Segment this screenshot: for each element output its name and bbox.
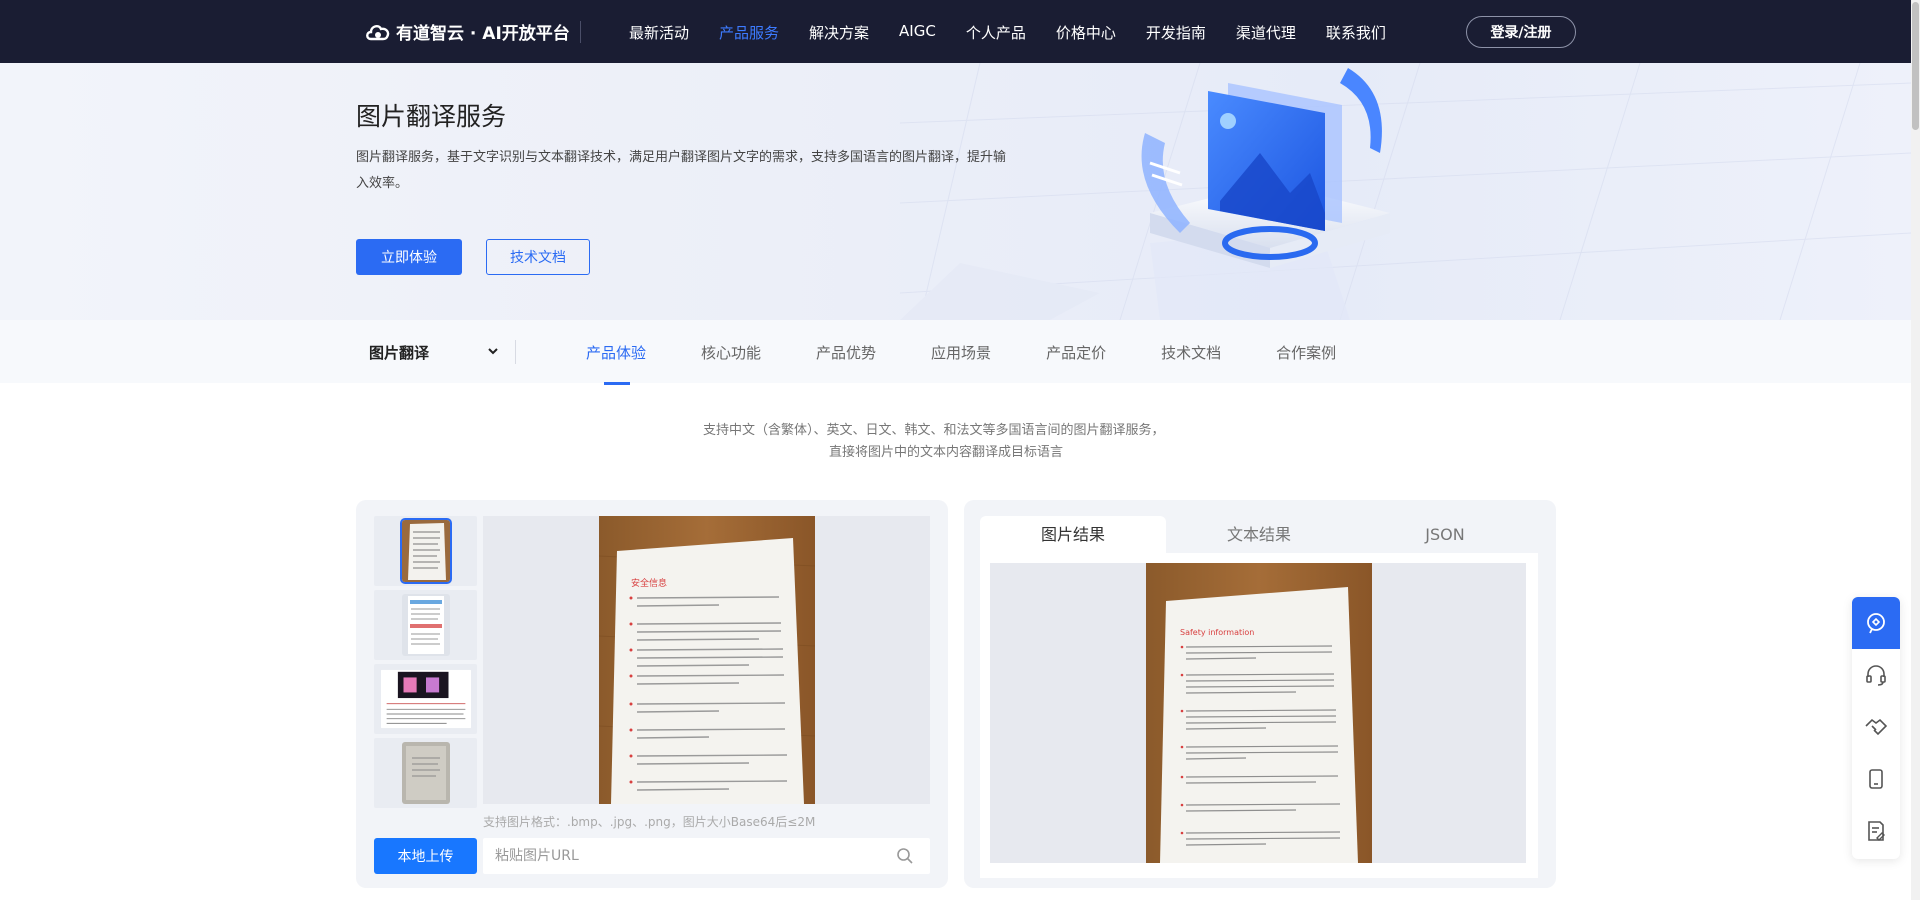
nav-divider (580, 21, 581, 43)
page-scrollbar-track[interactable] (1911, 0, 1920, 900)
translated-document-image: Safety information (1146, 563, 1372, 863)
thumbnail-image (401, 742, 450, 804)
nav-item-latest[interactable]: 最新活动 (629, 22, 689, 43)
hero-title: 图片翻译服务 (356, 102, 507, 131)
tab-core-features[interactable]: 核心功能 (701, 342, 761, 363)
assistant-button[interactable] (1852, 597, 1900, 649)
nav-item-products[interactable]: 产品服务 (719, 22, 779, 43)
result-image-viewer: Safety information (990, 563, 1526, 863)
handshake-icon (1865, 718, 1888, 736)
image-translation-illustration (1141, 68, 1390, 268)
nav-item-dev-guide[interactable]: 开发指南 (1146, 22, 1206, 43)
source-document-image: 安全信息 (599, 516, 815, 804)
source-image-viewer: 安全信息 (483, 516, 930, 804)
thumbnail-image (380, 669, 471, 729)
assistant-icon (1867, 613, 1885, 634)
hero-description: 图片翻译服务，基于文字识别与文本翻译技术，满足用户翻译图片文字的需求，支持多国语… (356, 150, 1007, 191)
tab-pricing[interactable]: 产品定价 (1046, 342, 1106, 363)
demo-result-panel: 图片结果 文本结果 JSON Safety information (964, 500, 1556, 888)
tab-tech-docs[interactable]: 技术文档 (1161, 342, 1221, 363)
try-now-button[interactable]: 立即体验 (356, 239, 462, 275)
image-url-input[interactable] (483, 838, 883, 874)
thumbnail-image (401, 594, 450, 656)
nav-item-channel[interactable]: 渠道代理 (1236, 22, 1296, 43)
headset-icon (1866, 665, 1886, 686)
tab-cases[interactable]: 合作案例 (1276, 342, 1336, 363)
page-scrollbar-thumb[interactable] (1912, 2, 1919, 130)
tab-scenarios[interactable]: 应用场景 (931, 342, 991, 363)
nav-item-contact[interactable]: 联系我们 (1326, 22, 1386, 43)
source-doc-title: 安全信息 (631, 577, 667, 589)
nav-item-aigc[interactable]: AIGC (899, 22, 936, 43)
login-register-button[interactable]: 登录/注册 (1466, 16, 1576, 48)
hero-banner: 图片翻译服务 图片翻译服务，基于文字识别与文本翻译技术，满足用户翻译图片文字的需… (0, 63, 1911, 320)
chevron-down-icon[interactable] (486, 344, 500, 358)
site-logo[interactable]: 有道智云 · AI开放平台 (364, 19, 570, 44)
mobile-app-button[interactable] (1852, 753, 1900, 805)
feedback-button[interactable] (1852, 805, 1900, 857)
sample-thumbnail[interactable] (374, 516, 477, 586)
nav-item-solutions[interactable]: 解决方案 (809, 22, 869, 43)
intro-line-2: 直接将图片中的文本内容翻译成目标语言 (829, 445, 1064, 460)
nav-item-personal[interactable]: 个人产品 (966, 22, 1026, 43)
result-tabs: 图片结果 文本结果 JSON (980, 516, 1538, 553)
result-doc-title: Safety information (1180, 628, 1254, 637)
nav-item-pricing[interactable]: 价格中心 (1056, 22, 1116, 43)
sample-thumbnail[interactable] (374, 590, 477, 660)
feedback-icon (1868, 821, 1885, 841)
demo-input-panel: 安全信息 支持图片格式：.bmp、.jpg、.png，图片大小Base64后≤2… (356, 500, 948, 888)
intro-line-1: 支持中文（含繁体）、英文、日文、韩文、和法文等多国语言间的图片翻译服务， (703, 423, 1165, 438)
tab-product-experience[interactable]: 产品体验 (586, 342, 646, 385)
url-input-wrapper (483, 838, 930, 874)
sample-thumbnails (374, 516, 477, 808)
tab-json-result[interactable]: JSON (1352, 516, 1538, 553)
product-selector[interactable]: 图片翻译 (369, 342, 429, 363)
result-body: Safety information (980, 553, 1538, 878)
tab-image-result[interactable]: 图片结果 (980, 516, 1166, 553)
logo-text: 有道智云 · AI开放平台 (396, 24, 570, 44)
main-menu: 最新活动 产品服务 解决方案 AIGC 个人产品 价格中心 开发指南 渠道代理 … (629, 22, 1416, 43)
tab-text-result[interactable]: 文本结果 (1166, 516, 1352, 553)
tab-advantages[interactable]: 产品优势 (816, 342, 876, 363)
sample-thumbnail[interactable] (374, 738, 477, 808)
subnav-divider (515, 340, 516, 364)
cloud-logo-icon (366, 24, 390, 40)
format-hint: 支持图片格式：.bmp、.jpg、.png，图片大小Base64后≤2M (483, 815, 816, 829)
mobile-icon (1869, 769, 1883, 789)
customer-service-button[interactable] (1852, 649, 1900, 701)
subnav-tabs: 产品体验 核心功能 产品优势 应用场景 产品定价 技术文档 合作案例 (586, 342, 1391, 385)
partnership-button[interactable] (1852, 701, 1900, 753)
tech-docs-button[interactable]: 技术文档 (486, 239, 590, 275)
product-subnav: 图片翻译 产品体验 核心功能 产品优势 应用场景 产品定价 技术文档 合作案例 (0, 320, 1911, 385)
search-icon[interactable] (896, 847, 914, 865)
local-upload-button[interactable]: 本地上传 (374, 838, 477, 874)
thumbnail-image (401, 520, 450, 582)
top-nav: 有道智云 · AI开放平台 最新活动 产品服务 解决方案 AIGC 个人产品 价… (0, 0, 1911, 63)
floating-toolbar (1852, 597, 1900, 859)
sample-thumbnail[interactable] (374, 664, 477, 734)
